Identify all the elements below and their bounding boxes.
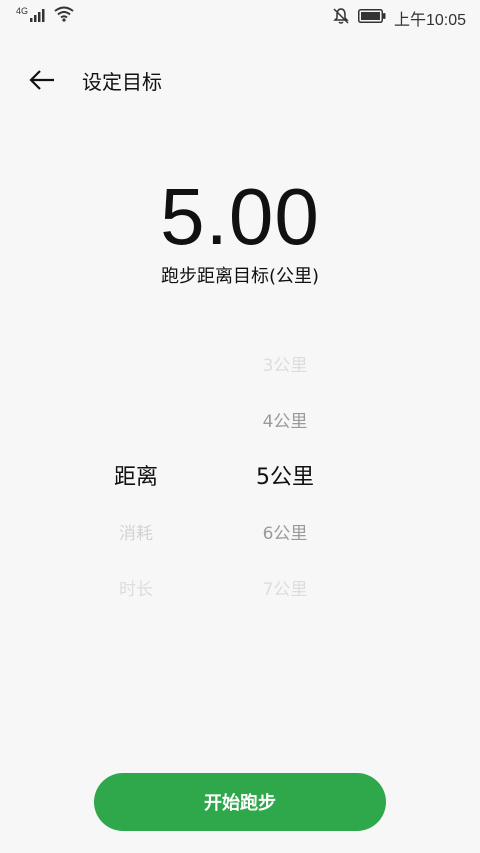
mute-icon (332, 7, 350, 29)
status-bar: 4G 上午10:05 (0, 0, 480, 34)
goal-caption: 跑步距离目标(公里) (160, 266, 320, 287)
picker-distance-option[interactable]: 7公里 (225, 562, 345, 618)
signal-icon (30, 7, 48, 26)
picker-type-option[interactable]: 距离 (86, 450, 186, 506)
page-title: 设定目标 (82, 70, 162, 94)
header: 设定目标 (0, 52, 480, 108)
picker-distance-option[interactable]: 6公里 (225, 506, 345, 562)
status-right: 上午10:05 (332, 6, 466, 30)
back-button[interactable] (24, 62, 60, 98)
goal-value: 5.00 (160, 172, 320, 261)
network-type: 4G (16, 6, 29, 16)
arrow-left-icon (29, 70, 54, 90)
picker-type-option[interactable]: 时长 (86, 562, 186, 618)
wifi-icon (54, 6, 74, 26)
picker-distance-option[interactable]: 4公里 (225, 394, 345, 450)
picker-distance-option[interactable]: 5公里 (225, 450, 345, 506)
status-left: 4G (16, 6, 74, 26)
picker-distance-option[interactable]: 3公里 (225, 338, 345, 394)
picker-type-option[interactable]: 消耗 (86, 506, 186, 562)
start-running-button[interactable]: 开始跑步 (94, 773, 386, 831)
distance-picker[interactable]: 3公里 4公里 5公里 6公里 7公里 (225, 338, 345, 618)
goal-picker: 距离 消耗 时长 3公里 4公里 5公里 6公里 7公里 (0, 338, 480, 618)
battery-icon (357, 9, 386, 27)
status-time: 上午10:05 (393, 12, 466, 29)
goal-type-picker[interactable]: 距离 消耗 时长 (86, 338, 186, 618)
